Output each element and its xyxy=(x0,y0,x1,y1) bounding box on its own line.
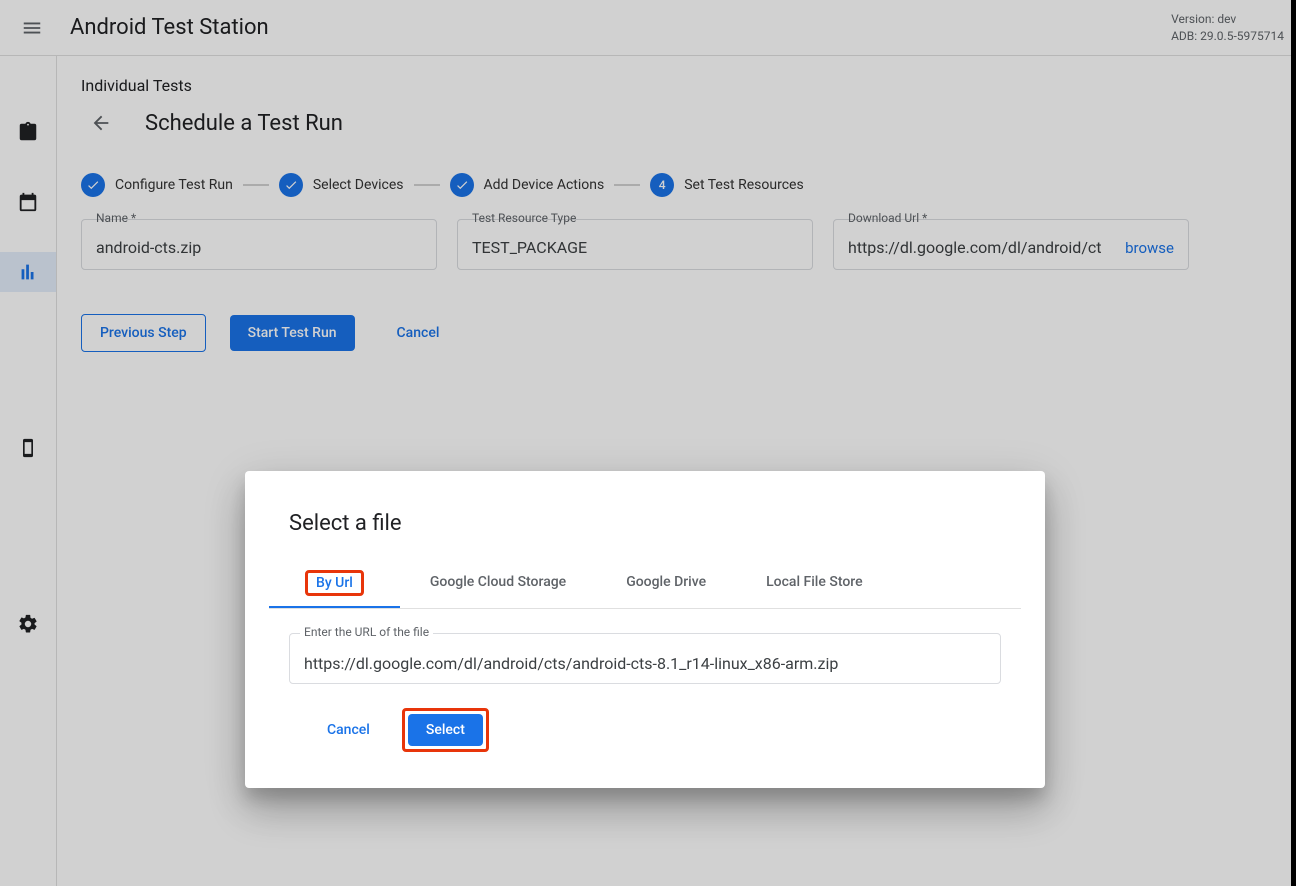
url-input-label: Enter the URL of the file xyxy=(300,625,433,639)
tab-by-url[interactable]: By Url xyxy=(269,560,400,608)
dialog-tabs: By Url Google Cloud Storage Google Drive… xyxy=(269,560,1021,609)
tab-local[interactable]: Local File Store xyxy=(736,560,892,608)
dialog-select-button[interactable]: Select xyxy=(408,714,483,746)
url-input[interactable]: Enter the URL of the file https://dl.goo… xyxy=(289,633,1001,684)
url-input-value: https://dl.google.com/dl/android/cts/and… xyxy=(304,654,838,673)
dialog-cancel-button[interactable]: Cancel xyxy=(309,712,388,748)
select-file-dialog: Select a file By Url Google Cloud Storag… xyxy=(245,471,1045,788)
highlight-box: Select xyxy=(402,708,489,752)
tab-gdrive[interactable]: Google Drive xyxy=(596,560,736,608)
tab-gcs[interactable]: Google Cloud Storage xyxy=(400,560,596,608)
dialog-title: Select a file xyxy=(289,511,1001,536)
highlight-box: By Url xyxy=(305,570,364,596)
